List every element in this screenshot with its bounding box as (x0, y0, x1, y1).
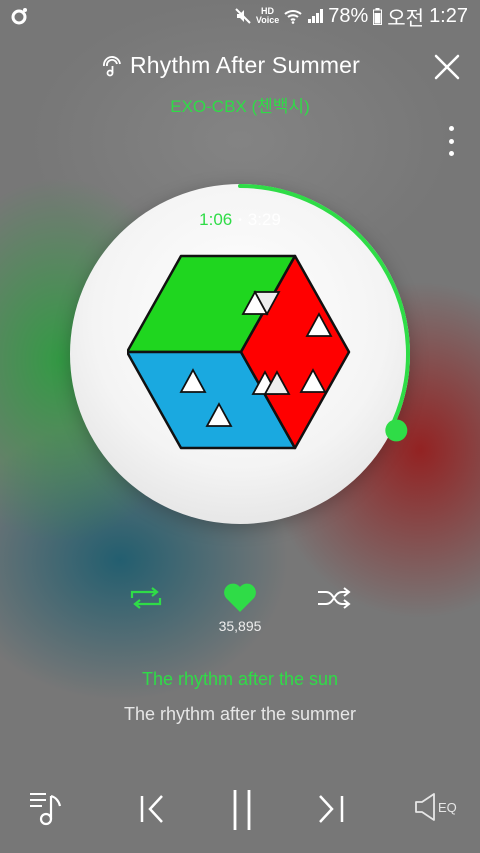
lyric-next-line[interactable]: The rhythm after the summer (0, 704, 480, 725)
mute-icon (235, 8, 251, 24)
signal-icon (308, 9, 324, 23)
lyrics-icon[interactable] (100, 54, 124, 78)
album-art (127, 254, 351, 450)
status-bar: HD Voice 78% 오전 1:27 (0, 0, 480, 32)
playlist-icon[interactable] (28, 788, 68, 828)
next-icon[interactable] (316, 794, 346, 824)
song-title: Rhythm After Summer (130, 52, 361, 78)
battery-percent: 78% (328, 4, 369, 27)
progress-knob[interactable] (385, 419, 408, 442)
artist-name[interactable]: EXO-CBX (첸백시) (0, 92, 480, 117)
shuffle-icon[interactable] (316, 586, 352, 610)
title-row: Rhythm After Summer (100, 52, 360, 79)
wifi-icon (284, 10, 302, 24)
previous-icon[interactable] (138, 794, 168, 824)
eq-label: EQ (438, 799, 457, 815)
player-header: Rhythm After Summer EXO-CBX (첸백시) (0, 50, 480, 156)
time-total: 3:29 (247, 210, 281, 229)
battery-icon (373, 7, 383, 25)
transport-bar: EQ (0, 782, 480, 838)
heart-icon[interactable] (222, 582, 258, 614)
time-display: 1:06 • 3:29 (70, 210, 410, 230)
hd-voice-badge: HD Voice (255, 6, 280, 25)
am-pm: 오전 (387, 7, 425, 30)
equalizer-button[interactable]: EQ (414, 792, 457, 822)
more-icon[interactable] (446, 126, 456, 156)
time-current: 1:06 (199, 210, 233, 229)
clock: 1:27 (429, 4, 468, 27)
pause-icon[interactable] (231, 788, 253, 832)
album-disc[interactable]: 1:06 • 3:29 (70, 184, 410, 524)
playback-options: 35,895 (0, 578, 480, 638)
app-logo-icon (11, 8, 27, 25)
close-icon[interactable] (432, 52, 462, 82)
repeat-icon[interactable] (128, 586, 164, 610)
lyric-current-line[interactable]: The rhythm after the sun (0, 669, 480, 690)
equalizer-icon (415, 793, 435, 821)
like-count: 35,895 (218, 618, 262, 634)
time-separator: • (238, 214, 242, 226)
